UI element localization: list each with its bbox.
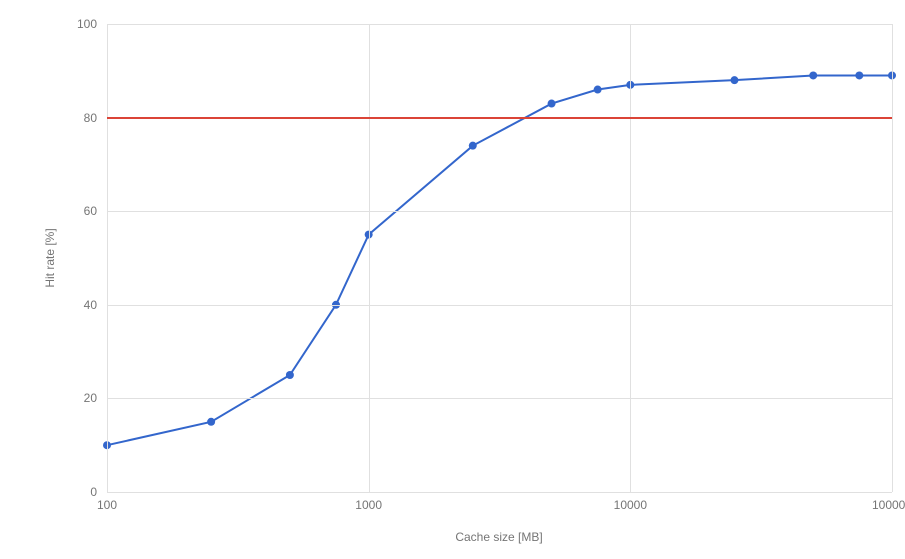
y-tick-label: 40 [84, 298, 97, 312]
data-point [286, 371, 294, 379]
chart-svg [107, 24, 892, 492]
x-tick-label: 100000 [872, 498, 905, 512]
y-axis-title: Hit rate [%] [43, 228, 57, 287]
data-point [855, 71, 863, 79]
line-chart: Hit rate [%] Cache size [MB] 10010001000… [0, 0, 905, 559]
y-tick-label: 100 [77, 17, 97, 31]
y-tick-label: 0 [90, 485, 97, 499]
grid-line-horizontal [107, 305, 892, 306]
series-line [107, 75, 892, 445]
threshold-line [107, 117, 892, 119]
x-axis-title: Cache size [MB] [455, 530, 542, 544]
data-point [594, 86, 602, 94]
grid-line-horizontal [107, 24, 892, 25]
y-tick-label: 60 [84, 204, 97, 218]
grid-line-vertical [107, 24, 108, 492]
grid-line-vertical [630, 24, 631, 492]
grid-line-horizontal [107, 398, 892, 399]
grid-line-horizontal [107, 211, 892, 212]
x-tick-label: 100 [97, 498, 117, 512]
y-tick-label: 80 [84, 111, 97, 125]
data-point [809, 71, 817, 79]
plot-area [107, 24, 892, 492]
data-point [730, 76, 738, 84]
y-tick-label: 20 [84, 391, 97, 405]
grid-line-horizontal [107, 492, 892, 493]
grid-line-vertical [892, 24, 893, 492]
data-point [469, 142, 477, 150]
grid-line-vertical [369, 24, 370, 492]
x-tick-label: 10000 [614, 498, 647, 512]
x-tick-label: 1000 [355, 498, 382, 512]
data-point [548, 100, 556, 108]
data-point [207, 418, 215, 426]
